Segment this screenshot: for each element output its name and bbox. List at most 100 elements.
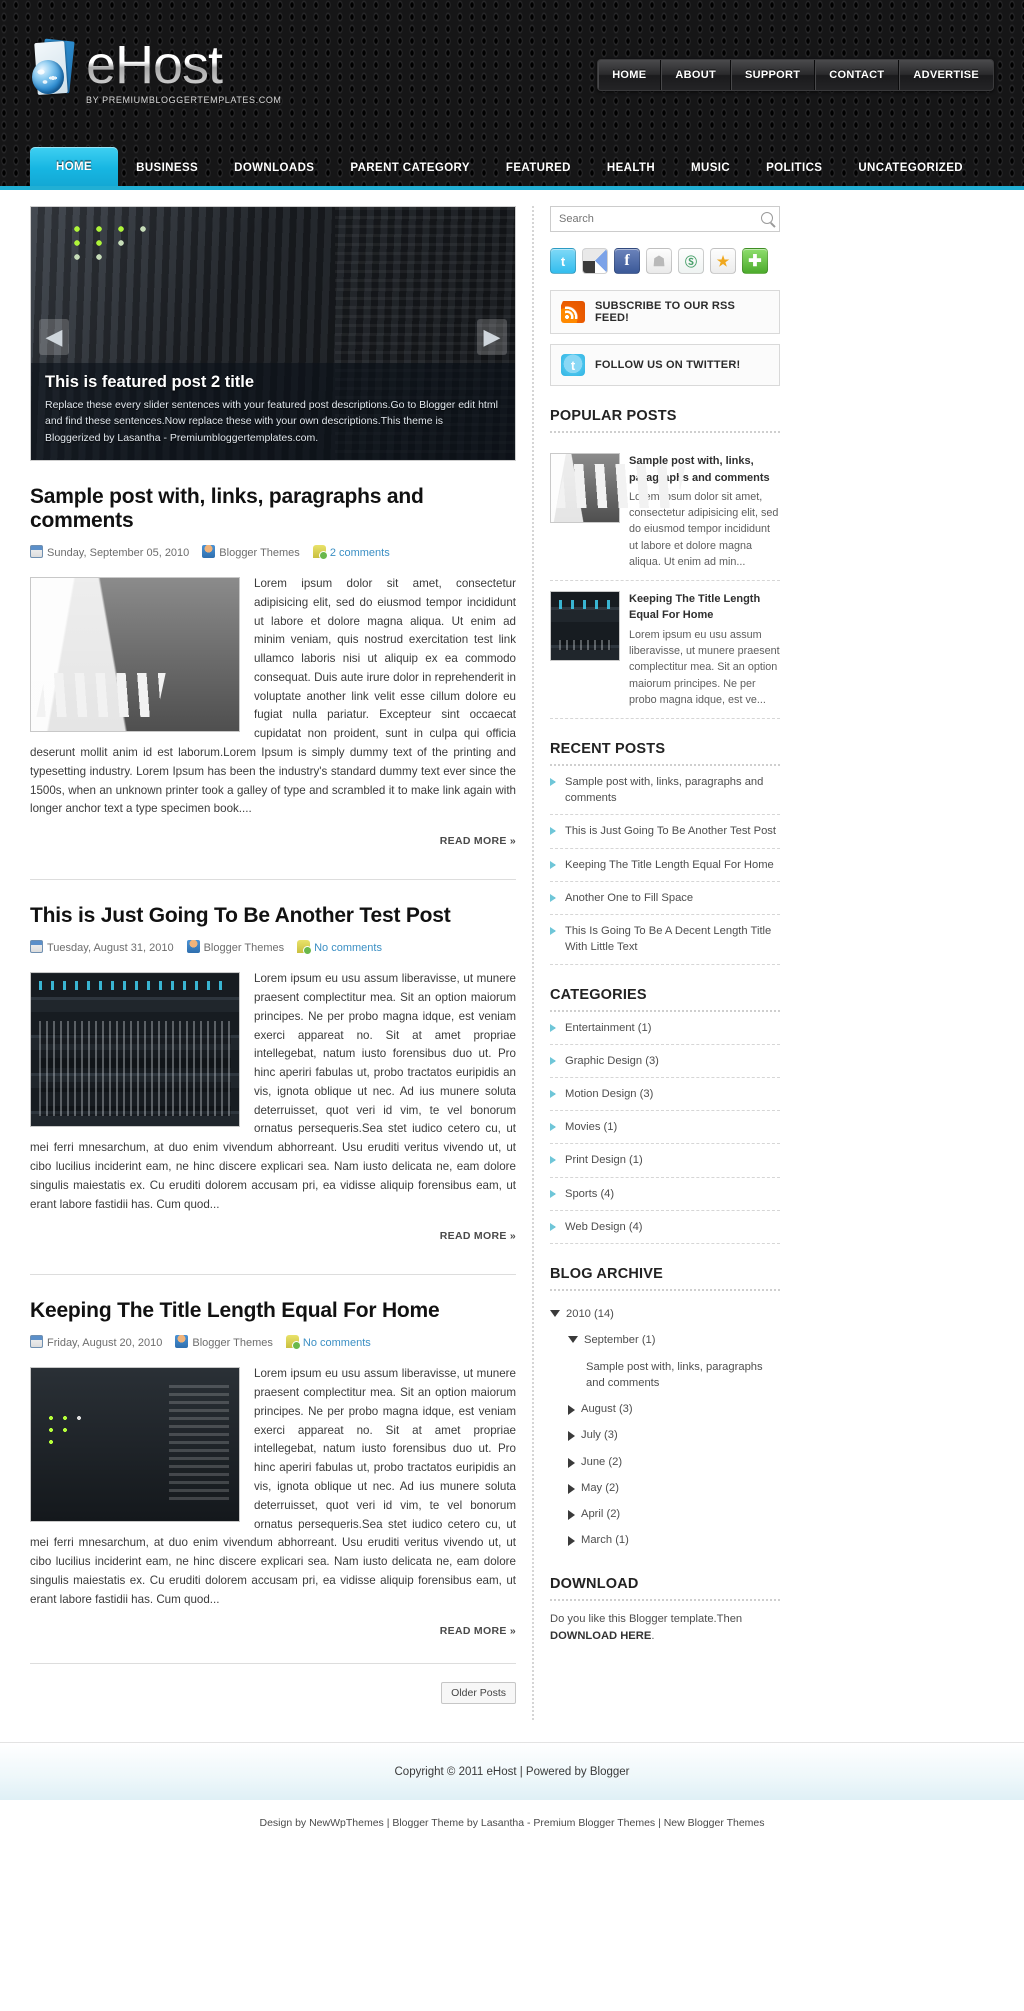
chevron-down-icon[interactable] xyxy=(568,1336,578,1344)
read-more-link[interactable]: READ MORE » xyxy=(440,1625,516,1637)
slider-caption: This is featured post 2 title Replace th… xyxy=(31,363,515,460)
social-links[interactable]: t f ☗ Ⓢ ★ ✚ xyxy=(550,248,780,274)
list-item[interactable]: Sports (4) xyxy=(550,1178,780,1211)
chevron-right-icon[interactable] xyxy=(568,1405,575,1416)
nav-item-music[interactable]: MUSIC xyxy=(673,150,748,186)
popular-post-item[interactable]: Sample post with, links, paragraphs and … xyxy=(550,443,780,581)
top-nav-support[interactable]: SUPPORT xyxy=(731,60,816,90)
post-title[interactable]: Keeping The Title Length Equal For Home xyxy=(30,1299,516,1323)
recent-post-link[interactable]: Another One to Fill Space xyxy=(550,882,780,914)
list-item[interactable]: Another One to Fill Space xyxy=(550,882,780,916)
post-title[interactable]: Sample post with, links, paragraphs and … xyxy=(30,485,516,533)
recent-post-link[interactable]: This Is Going To Be A Decent Length Titl… xyxy=(550,915,780,963)
top-nav-contact[interactable]: CONTACT xyxy=(815,60,900,90)
archive-node-july[interactable]: July (3) xyxy=(550,1422,780,1448)
archive-node-june[interactable]: June (2) xyxy=(550,1449,780,1475)
archive-node-april[interactable]: April (2) xyxy=(550,1501,780,1527)
chevron-down-icon[interactable] xyxy=(550,1310,560,1318)
older-posts-button[interactable]: Older Posts xyxy=(441,1682,516,1705)
pagination: Older Posts xyxy=(30,1663,516,1720)
chevron-right-icon[interactable] xyxy=(568,1510,575,1521)
stumbleupon-icon[interactable]: Ⓢ xyxy=(678,248,704,274)
nav-item-parent-category[interactable]: PARENT CATEGORY xyxy=(332,150,488,186)
twitter-follow-box[interactable]: t FOLLOW US ON TWITTER! xyxy=(550,344,780,386)
categories-list: Entertainment (1) Graphic Design (3) Mot… xyxy=(550,1012,780,1245)
list-item[interactable]: Entertainment (1) xyxy=(550,1012,780,1045)
recent-post-link[interactable]: Sample post with, links, paragraphs and … xyxy=(550,766,780,814)
site-logo[interactable]: eHost BY PREMIUMBLOGGERTEMPLATES.COM xyxy=(30,38,282,105)
nav-item-business[interactable]: BUSINESS xyxy=(118,150,216,186)
post-thumbnail[interactable] xyxy=(30,577,240,732)
main-navigation[interactable]: HOME BUSINESS DOWNLOADS PARENT CATEGORY … xyxy=(30,147,981,186)
category-link-motion-design[interactable]: Motion Design (3) xyxy=(550,1078,780,1110)
chevron-right-icon[interactable] xyxy=(568,1483,575,1494)
archive-node-september[interactable]: September (1) xyxy=(550,1327,780,1353)
archive-node-august[interactable]: August (3) xyxy=(550,1396,780,1422)
share-icon[interactable]: ✚ xyxy=(742,248,768,274)
comment-icon xyxy=(297,940,313,956)
featured-slider[interactable]: ◀ ▶ This is featured post 2 title Replac… xyxy=(30,206,516,461)
category-link-entertainment[interactable]: Entertainment (1) xyxy=(550,1012,780,1044)
archive-node-2010[interactable]: 2010 (14) xyxy=(550,1301,780,1327)
search-icon[interactable] xyxy=(761,212,773,224)
slider-prev-arrow[interactable]: ◀ xyxy=(39,319,69,355)
rss-icon xyxy=(561,301,585,323)
chevron-right-icon[interactable] xyxy=(568,1536,575,1547)
technorati-icon[interactable]: ☗ xyxy=(646,248,672,274)
nav-item-downloads[interactable]: DOWNLOADS xyxy=(216,150,332,186)
chevron-right-icon[interactable] xyxy=(568,1431,575,1442)
search-input[interactable] xyxy=(550,206,780,232)
archive-node-may[interactable]: May (2) xyxy=(550,1475,780,1501)
nav-item-featured[interactable]: FEATURED xyxy=(488,150,589,186)
category-link-graphic-design[interactable]: Graphic Design (3) xyxy=(550,1045,780,1077)
post-title[interactable]: This is Just Going To Be Another Test Po… xyxy=(30,904,516,928)
slider-next-arrow[interactable]: ▶ xyxy=(477,319,507,355)
post-comments[interactable]: No comments xyxy=(297,940,382,956)
list-item[interactable]: Movies (1) xyxy=(550,1111,780,1145)
twitter-icon[interactable]: t xyxy=(550,248,576,274)
category-link-print-design[interactable]: Print Design (1) xyxy=(550,1144,780,1176)
archive-node-march[interactable]: March (1) xyxy=(550,1527,780,1553)
archive-post-link[interactable]: Sample post with, links, paragraphs and … xyxy=(550,1354,780,1396)
recent-post-link[interactable]: Keeping The Title Length Equal For Home xyxy=(550,849,780,881)
post-comments[interactable]: 2 comments xyxy=(312,545,390,560)
post-thumbnail[interactable] xyxy=(30,972,240,1128)
list-item[interactable]: Keeping The Title Length Equal For Home xyxy=(550,849,780,882)
popular-post-thumbnail[interactable] xyxy=(550,453,620,523)
recent-posts-title: RECENT POSTS xyxy=(550,741,780,766)
delicious-icon[interactable] xyxy=(582,248,608,274)
list-item[interactable]: Motion Design (3) xyxy=(550,1078,780,1112)
popular-post-title[interactable]: Keeping The Title Length Equal For Home xyxy=(629,591,780,624)
list-item[interactable]: Graphic Design (3) xyxy=(550,1045,780,1078)
post-thumbnail[interactable] xyxy=(30,1367,240,1523)
category-link-movies[interactable]: Movies (1) xyxy=(550,1111,780,1143)
popular-posts-list: Sample post with, links, paragraphs and … xyxy=(550,433,780,719)
top-nav-about[interactable]: ABOUT xyxy=(661,60,731,90)
popular-post-item[interactable]: Keeping The Title Length Equal For Home … xyxy=(550,581,780,719)
chevron-right-icon[interactable] xyxy=(568,1457,575,1468)
facebook-icon[interactable]: f xyxy=(614,248,640,274)
nav-item-uncategorized[interactable]: UNCATEGORIZED xyxy=(840,150,981,186)
recent-post-link[interactable]: This is Just Going To Be Another Test Po… xyxy=(550,815,780,847)
read-more-link[interactable]: READ MORE » xyxy=(440,835,516,847)
list-item[interactable]: This is Just Going To Be Another Test Po… xyxy=(550,815,780,849)
top-nav-home[interactable]: HOME xyxy=(598,60,662,90)
category-link-web-design[interactable]: Web Design (4) xyxy=(550,1211,780,1243)
favorites-icon[interactable]: ★ xyxy=(710,248,736,274)
popular-post-thumbnail[interactable] xyxy=(550,590,620,661)
list-item[interactable]: Print Design (1) xyxy=(550,1144,780,1178)
read-more-link[interactable]: READ MORE » xyxy=(440,1230,516,1242)
top-nav-advertise[interactable]: ADVERTISE xyxy=(899,60,993,90)
rss-subscribe-box[interactable]: SUBSCRIBE TO OUR RSS FEED! xyxy=(550,290,780,334)
list-item[interactable]: Sample post with, links, paragraphs and … xyxy=(550,766,780,816)
search-widget[interactable] xyxy=(550,206,780,232)
post-comments[interactable]: No comments xyxy=(285,1335,371,1351)
nav-item-home[interactable]: HOME xyxy=(30,147,119,186)
list-item[interactable]: This Is Going To Be A Decent Length Titl… xyxy=(550,915,780,965)
download-here-link[interactable]: DOWNLOAD HERE xyxy=(550,1630,651,1642)
nav-item-health[interactable]: HEALTH xyxy=(589,150,673,186)
list-item[interactable]: Web Design (4) xyxy=(550,1211,780,1245)
top-navigation[interactable]: HOME ABOUT SUPPORT CONTACT ADVERTISE xyxy=(597,59,994,91)
category-link-sports[interactable]: Sports (4) xyxy=(550,1178,780,1210)
nav-item-politics[interactable]: POLITICS xyxy=(748,150,840,186)
